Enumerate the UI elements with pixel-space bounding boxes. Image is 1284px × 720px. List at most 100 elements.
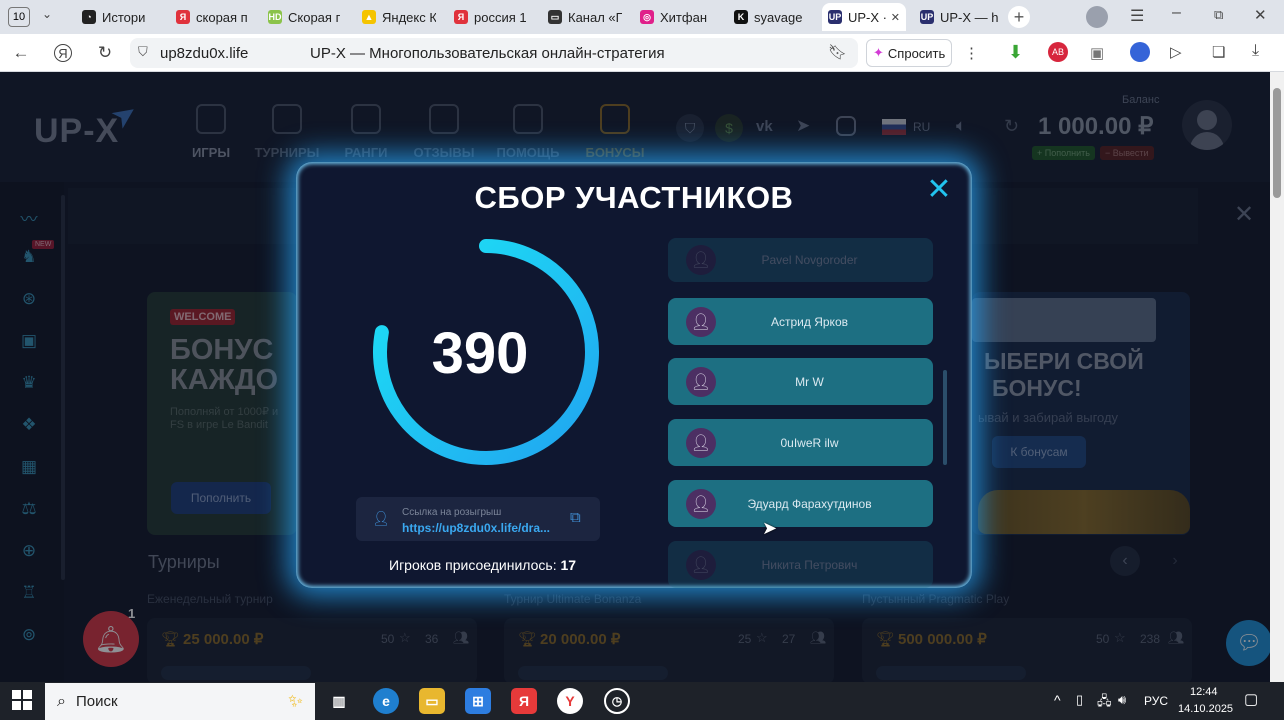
security-icon: ⛉: [138, 44, 148, 59]
recorder-icon[interactable]: ◷: [604, 688, 630, 714]
more-icon[interactable]: ⋮: [964, 44, 979, 62]
tab-4[interactable]: ▲ Яндекс К: [356, 3, 436, 31]
link-label: Ссылка на розыгрыш: [402, 507, 502, 518]
participant-avatar-icon: 👤︎: [686, 488, 716, 519]
tray-device-icon[interactable]: ▯: [1076, 692, 1083, 708]
store-icon[interactable]: ⊞: [465, 688, 491, 714]
participant-card: 👤︎ Pavel Novgoroder: [668, 238, 933, 282]
tab-counter[interactable]: 10: [8, 7, 30, 27]
page-title-text: UP-X — Многопользовательская онлайн-стра…: [310, 45, 665, 62]
tab-favicon-icon: Я: [454, 10, 468, 24]
participant-name: Pavel Novgoroder: [761, 253, 858, 267]
participant-avatar-icon: 👤︎: [686, 549, 716, 580]
start-button[interactable]: [12, 690, 32, 710]
participant-card: 👤︎ Mr W: [668, 358, 933, 405]
tab-favicon-icon: ▲: [362, 10, 376, 24]
participant-name: Эдуард Фарахутдинов: [747, 496, 872, 511]
tab-8[interactable]: Ksyavage: [728, 3, 808, 31]
tab-1[interactable]: ◔ Истори: [76, 3, 154, 31]
search-icon: ⌕: [57, 692, 66, 710]
tab-favicon-icon: ◔: [82, 10, 96, 24]
new-tab-button[interactable]: +: [1008, 6, 1030, 28]
close-window-icon[interactable]: ✕: [1254, 6, 1267, 24]
network-icon[interactable]: 🖧︎: [1097, 692, 1112, 714]
tab-6[interactable]: ▭ Канал «Г: [542, 3, 622, 31]
countdown-value: 390: [431, 321, 529, 386]
clock-time[interactable]: 12:44: [1190, 686, 1218, 698]
tab-label: Скорая г: [288, 9, 341, 25]
bookmark-icon[interactable]: 🔖︎: [828, 43, 847, 61]
participant-list-scrollbar[interactable]: [943, 370, 947, 465]
tab-close-icon[interactable]: ✕: [891, 11, 900, 24]
download-extension-icon[interactable]: ⬇: [1008, 42, 1023, 63]
link-value[interactable]: https://up8zdu0x.life/dra...: [402, 521, 550, 535]
players-label: Игроков присоединилось:: [389, 557, 557, 573]
yandex-app-icon[interactable]: Y: [557, 688, 583, 714]
tab-favicon-icon: ◎: [640, 10, 654, 24]
participant-avatar-icon: 👤︎: [686, 306, 716, 337]
tab-favicon-icon: ▭: [548, 10, 562, 24]
participant-name: Mr W: [795, 374, 824, 389]
downloads-icon[interactable]: ⤓: [1252, 42, 1259, 60]
tab-label: Истори: [102, 9, 146, 25]
participant-card: 👤︎ Эдуард Фарахутдинов: [668, 480, 933, 527]
tab-label: Хитфан: [660, 9, 707, 25]
tab-3[interactable]: HD Скорая г: [262, 3, 342, 31]
players-count: 17: [560, 557, 577, 573]
ask-button[interactable]: ✦ Спросить: [866, 39, 952, 67]
collections-icon[interactable]: ❏: [1212, 43, 1225, 61]
reload-icon[interactable]: ↻: [94, 42, 116, 64]
minimize-icon[interactable]: –: [1172, 4, 1181, 22]
task-view-icon[interactable]: ▥: [326, 688, 352, 714]
clock-date[interactable]: 14.10.2025: [1178, 703, 1233, 715]
taskbar-search[interactable]: ⌕ Поиск ✨︎: [45, 683, 315, 720]
modal-close-icon[interactable]: ✕: [925, 175, 953, 205]
volume-icon[interactable]: 🔊︎: [1118, 692, 1126, 708]
user-link-icon: 👤︎: [372, 510, 390, 526]
tabs-dropdown-icon[interactable]: ⌄: [42, 7, 52, 21]
tray-chevron-icon[interactable]: ^: [1054, 692, 1061, 708]
explorer-icon[interactable]: ▭: [419, 688, 445, 714]
sparkle-icon: ✨︎: [288, 691, 303, 711]
tab-2[interactable]: Яскорая п: [170, 3, 250, 31]
adblock-icon[interactable]: AB: [1048, 42, 1068, 62]
input-language[interactable]: РУС: [1144, 694, 1168, 708]
participant-name: Никита Петрович: [761, 557, 858, 572]
modal-title: СБОР УЧАСТНИКОВ: [474, 180, 794, 215]
url-field[interactable]: ⛉ up8zdu0x.life UP-X — Многопользователь…: [130, 38, 858, 68]
page-scrollbar-thumb[interactable]: [1273, 88, 1281, 198]
tab-10[interactable]: UP UP-X — h: [914, 3, 1000, 31]
participant-card: 👤︎ Никита Петрович: [668, 541, 933, 588]
participant-name: 0uIweR ilw: [780, 435, 839, 450]
restore-icon[interactable]: ⧉: [1214, 7, 1223, 23]
back-icon[interactable]: ←: [10, 42, 32, 64]
draw-link-box: 👤︎ Ссылка на розыгрыш https://up8zdu0x.l…: [356, 497, 600, 541]
tab-favicon-icon: HD: [268, 10, 282, 24]
notification-center-icon[interactable]: ▢: [1244, 690, 1258, 708]
tab-favicon-icon: K: [734, 10, 748, 24]
edge-icon[interactable]: e: [373, 688, 399, 714]
tab-favicon-icon: Я: [176, 10, 190, 24]
participant-card: 👤︎ 0uIweR ilw: [668, 419, 933, 466]
tab-9[interactable]: UP UP-X · ✕: [822, 3, 906, 31]
tab-label: syavage: [754, 9, 803, 25]
tab-label: Канал «Г: [568, 9, 622, 25]
yandex-browser-icon[interactable]: Я: [511, 688, 537, 714]
tab-label: UP-X ·: [848, 9, 887, 25]
tab-label: россия 1: [474, 9, 527, 25]
address-bar: ← Я ↻ ⛉ up8zdu0x.life UP-X — Многопользо…: [0, 34, 1284, 72]
participant-card: 👤︎ Астрид Ярков: [668, 298, 933, 345]
image-extension-icon[interactable]: ▣: [1090, 44, 1104, 62]
profile-avatar[interactable]: [1086, 6, 1108, 28]
participant-avatar-icon: 👤︎: [686, 427, 716, 458]
tab-7[interactable]: ◎ Хитфан: [634, 3, 714, 31]
ask-icon: ✦: [873, 45, 884, 60]
vpn-extension-icon[interactable]: [1130, 42, 1150, 62]
participant-avatar-icon: 👤︎: [686, 366, 716, 397]
media-icon[interactable]: ▷: [1170, 43, 1182, 61]
players-joined: Игроков присоединилось: 17: [389, 557, 576, 573]
copy-icon[interactable]: ⧉: [570, 509, 581, 526]
menu-icon[interactable]: ☰: [1130, 6, 1144, 26]
tab-5[interactable]: Яроссия 1: [448, 3, 528, 31]
yandex-home-icon[interactable]: Я: [54, 44, 72, 62]
